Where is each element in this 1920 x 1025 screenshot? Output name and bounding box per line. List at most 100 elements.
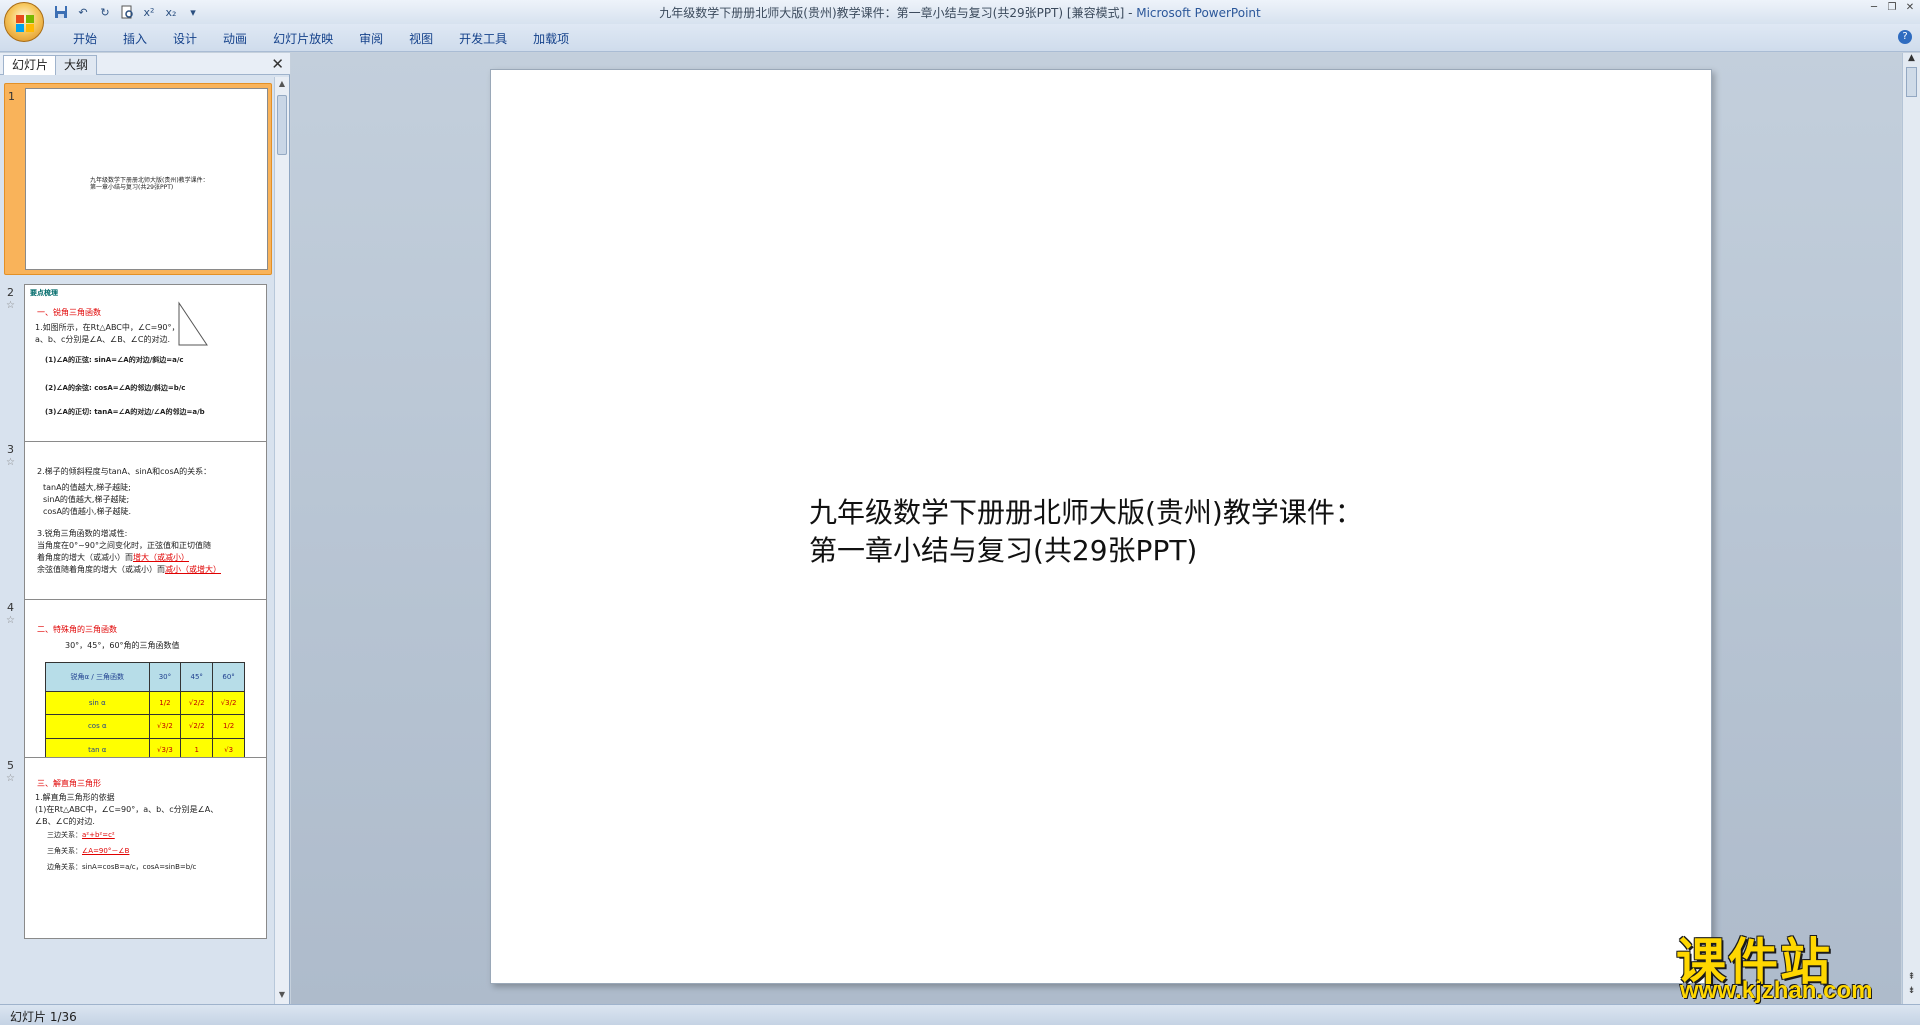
animation-star-icon: ☆ — [6, 457, 15, 468]
tab-view[interactable]: 视图 — [396, 30, 446, 48]
window-controls: ─ ❐ ✕ — [1868, 2, 1916, 14]
thumb-line: tanA的值越大,梯子越陡; — [43, 483, 131, 492]
thumbnail-canvas: 九年级数学下册册北师大版(贵州)教学课件： 第一章小结与复习(共29张PPT) — [25, 88, 268, 270]
table-cell: √2/2 — [180, 690, 214, 716]
animation-star-icon: ☆ — [6, 773, 15, 784]
title-bar: ↶ ↻ x² x₂ ▾ 九年级数学下册册北师大版(贵州)教学课件：第一章小结与复… — [0, 0, 1920, 42]
thumb-line: 当角度在0°~90°之间变化时，正弦值和正切值随 — [37, 541, 211, 550]
thumb-line: 3.锐角三角函数的增减性: — [37, 529, 128, 538]
slide-number: 5 — [7, 759, 14, 772]
table-row: cos α √3/2 √2/2 1/2 — [45, 714, 245, 739]
thumbnail-slide-1[interactable]: 1 九年级数学下册册北师大版(贵州)教学课件： 第一章小结与复习(共29张PPT… — [4, 83, 272, 275]
restore-icon[interactable]: ❐ — [1886, 2, 1898, 14]
slide-counter: 幻灯片 1/36 — [10, 1010, 77, 1024]
app-name: Microsoft PowerPoint — [1136, 6, 1261, 20]
thumbnails-scrollbar[interactable]: ▲ ▼ — [274, 77, 289, 1004]
slide-title-line2: 第一章小结与复习(共29张PPT) — [809, 534, 1198, 567]
scrollbar-thumb[interactable] — [1906, 67, 1917, 97]
watermark-url: www.kjzhan.com — [1680, 977, 1873, 1004]
thumb-line: 2.梯子的倾斜程度与tanA、sinA和cosA的关系： — [37, 467, 212, 476]
office-button[interactable] — [4, 2, 44, 42]
thumb-cos: (2)∠A的余弦: cosA=∠A的邻边/斜边=b/c — [45, 384, 186, 392]
scroll-up-icon[interactable]: ▲ — [1905, 53, 1918, 63]
trig-values-table: 锐角α / 三角函数 30° 45° 60° sin α 1/2 √2/2 √3… — [45, 662, 245, 763]
thumb-line: 1.解直角三角形的依据 — [35, 793, 115, 802]
scroll-up-icon[interactable]: ▲ — [277, 79, 287, 91]
slide-number: 4 — [7, 601, 14, 614]
tab-insert[interactable]: 插入 — [110, 30, 160, 48]
table-row: 锐角α / 三角函数 30° 45° 60° — [45, 662, 245, 692]
thumb-line: (1)在Rt△ABC中，∠C=90°，a、b、c分别是∠A、 — [35, 805, 219, 814]
title-separator: - — [1124, 6, 1137, 20]
tab-animations[interactable]: 动画 — [210, 30, 260, 48]
ribbon-tab-bar: 开始 插入 设计 动画 幻灯片放映 审阅 视图 开发工具 加载项 ? — [0, 24, 1920, 52]
status-bar: 幻灯片 1/36 — [0, 1004, 1920, 1025]
thumb-line: 着角度的增大（或减小）而增大（或减小） — [37, 553, 189, 562]
thumb-title-line2: 第一章小结与复习(共29张PPT) — [90, 184, 174, 191]
table-cell: 1/2 — [148, 690, 182, 716]
table-cell: 锐角α / 三角函数 — [45, 662, 150, 692]
thumb-section: 一、锐角三角函数 — [37, 308, 101, 317]
thumb-line: 三角关系：∠A=90°－∠B — [47, 847, 130, 855]
office-logo-icon — [16, 15, 34, 32]
tab-outline[interactable]: 大纲 — [55, 55, 98, 75]
slide-title-textbox[interactable]: 九年级数学下册册北师大版(贵州)教学课件： 第一章小结与复习(共29张PPT) — [809, 494, 1363, 570]
table-cell: √3/2 — [148, 714, 182, 739]
table-cell: 1/2 — [212, 714, 245, 739]
help-icon[interactable]: ? — [1898, 30, 1912, 44]
previous-slide-icon[interactable]: ⇞ — [1905, 972, 1918, 982]
thumb-line: 余弦值随着角度的增大（或减小）而减小（或增大） — [37, 565, 221, 574]
slides-pane: 幻灯片 大纲 ✕ 1 九年级数学下册册北师大版(贵州)教学课件： 第一章小结与复… — [0, 53, 290, 1004]
thumb-line: 边角关系：sinA=cosB=a/c，cosA=sinB=b/c — [47, 863, 197, 871]
thumb-sin: (1)∠A的正弦: sinA=∠A的对边/斜边=a/c — [45, 356, 184, 364]
next-slide-icon[interactable]: ⇟ — [1905, 986, 1918, 996]
table-cell: 30° — [148, 662, 182, 692]
thumbnail-canvas: 三、解直角三角形 1.解直角三角形的依据 (1)在Rt△ABC中，∠C=90°，… — [24, 757, 267, 939]
tab-home[interactable]: 开始 — [60, 30, 110, 48]
document-title: 九年级数学下册册北师大版(贵州)教学课件：第一章小结与复习(共29张PPT) [… — [659, 6, 1125, 20]
animation-star-icon: ☆ — [6, 300, 15, 311]
thumb-line: 三边关系：a²+b²=c² — [47, 831, 115, 839]
slide-canvas[interactable]: 九年级数学下册册北师大版(贵州)教学课件： 第一章小结与复习(共29张PPT) — [490, 69, 1712, 984]
tab-slides[interactable]: 幻灯片 — [3, 55, 58, 75]
thumb-line: a、b、c分别是∠A、∠B、∠C的对边. — [35, 335, 170, 344]
thumb-line: sinA的值越大,梯子越陡; — [43, 495, 130, 504]
slide-number: 2 — [7, 286, 14, 299]
slide-number: 3 — [7, 443, 14, 456]
thumb-section: 三、解直角三角形 — [37, 779, 101, 788]
thumb-subtitle: 30°，45°，60°角的三角函数值 — [65, 641, 180, 650]
thumb-section: 二、特殊角的三角函数 — [37, 625, 117, 634]
table-cell: √2/2 — [180, 714, 214, 739]
close-icon[interactable]: ✕ — [1904, 2, 1916, 14]
slide-thumbnails: 1 九年级数学下册册北师大版(贵州)教学课件： 第一章小结与复习(共29张PPT… — [0, 77, 274, 1004]
thumb-tan: (3)∠A的正切: tanA=∠A的对边/∠A的邻边=a/b — [45, 408, 205, 416]
table-cell: 60° — [212, 662, 245, 692]
table-cell: 45° — [180, 662, 214, 692]
thumb-line: ∠B、∠C的对边. — [35, 817, 95, 826]
table-row: sin α 1/2 √2/2 √3/2 — [45, 690, 245, 716]
tab-addins[interactable]: 加载项 — [520, 30, 582, 48]
slide-number: 1 — [8, 90, 15, 103]
ribbon-tabs: 开始 插入 设计 动画 幻灯片放映 审阅 视图 开发工具 加载项 — [60, 30, 582, 48]
tab-design[interactable]: 设计 — [160, 30, 210, 48]
slide-workspace: 九年级数学下册册北师大版(贵州)教学课件： 第一章小结与复习(共29张PPT) — [291, 53, 1901, 1004]
scroll-down-icon[interactable]: ▼ — [277, 990, 287, 1002]
slide-title-line1: 九年级数学下册册北师大版(贵州)教学课件： — [809, 496, 1363, 529]
tab-slideshow[interactable]: 幻灯片放映 — [260, 30, 346, 48]
close-pane-icon[interactable]: ✕ — [271, 55, 284, 73]
tab-developer[interactable]: 开发工具 — [446, 30, 520, 48]
table-cell: cos α — [45, 714, 150, 739]
workspace-scrollbar[interactable]: ▲ ⇞ ⇟ — [1902, 53, 1920, 1004]
thumb-heading: 要点梳理 — [30, 289, 58, 297]
tab-review[interactable]: 审阅 — [346, 30, 396, 48]
scrollbar-thumb[interactable] — [277, 95, 287, 155]
minimize-icon[interactable]: ─ — [1868, 2, 1880, 14]
table-cell: sin α — [45, 690, 150, 716]
watermark-logo: 课件站 www.kjzhan.com — [1668, 922, 1904, 1004]
pane-tabs: 幻灯片 大纲 ✕ — [0, 53, 290, 75]
thumb-line: 1.如图所示，在Rt△ABC中，∠C=90°， — [35, 323, 180, 332]
thumb-line: cosA的值越小,梯子越陡. — [43, 507, 132, 516]
thumbnail-slide-5[interactable]: 5 ☆ 三、解直角三角形 1.解直角三角形的依据 (1)在Rt△ABC中，∠C=… — [4, 753, 272, 945]
window-title: 九年级数学下册册北师大版(贵州)教学课件：第一章小结与复习(共29张PPT) [… — [0, 4, 1920, 21]
animation-star-icon: ☆ — [6, 615, 15, 626]
